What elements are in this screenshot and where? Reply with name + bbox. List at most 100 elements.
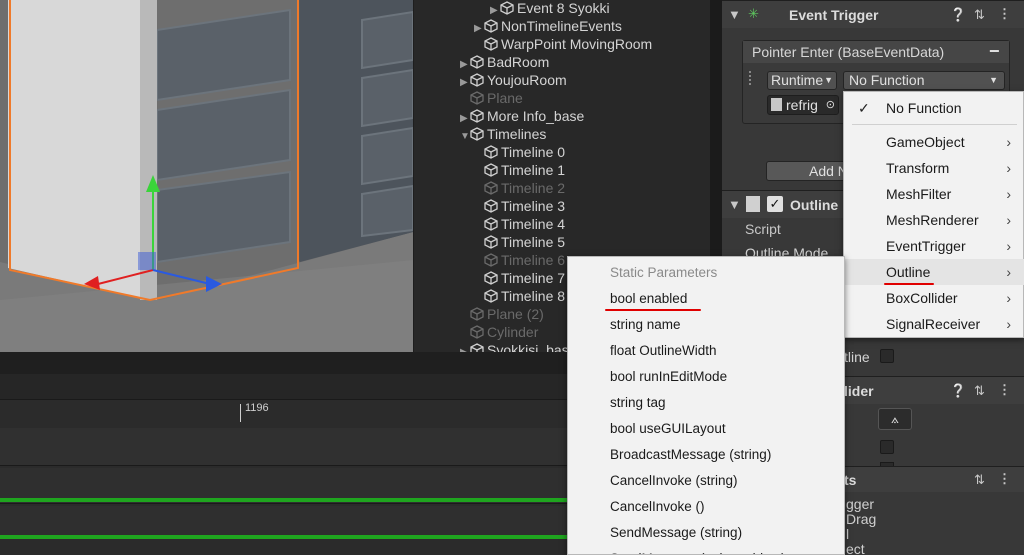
- menu-item-boxcollider[interactable]: BoxCollider ›: [844, 285, 1024, 311]
- more-options-icon[interactable]: ⋮: [998, 6, 1011, 22]
- is-trigger-checkbox[interactable]: [880, 440, 894, 454]
- remove-event-button[interactable]: −: [989, 41, 1000, 62]
- outline-toggle-checkbox[interactable]: [880, 349, 894, 363]
- hierarchy-item[interactable]: ▶ NonTimelineEvents: [474, 17, 622, 35]
- hierarchy-item[interactable]: ▶ More Info_base: [460, 107, 584, 125]
- gameobject-cube-icon: [484, 217, 498, 231]
- menu-item-meshrenderer[interactable]: MeshRenderer ›: [844, 207, 1024, 233]
- more-options-icon[interactable]: ⋮: [998, 471, 1011, 487]
- hierarchy-item[interactable]: Plane (2): [460, 305, 544, 323]
- menu-item-transform[interactable]: Transform ›: [844, 155, 1024, 181]
- parameter-menu-item[interactable]: bool useGUILayout: [610, 421, 726, 436]
- hierarchy-item-label: Timelines: [487, 126, 547, 142]
- call-state-dropdown[interactable]: Runtime ▼: [767, 71, 837, 90]
- hierarchy-item-label: Cylinder: [487, 324, 539, 340]
- presets-icon[interactable]: ⇅: [974, 7, 985, 23]
- hierarchy-item[interactable]: WarpPoint MovingRoom: [474, 35, 652, 53]
- hierarchy-item[interactable]: Timeline 2: [474, 179, 565, 197]
- parameter-menu-item[interactable]: float OutlineWidth: [610, 343, 717, 358]
- parameter-menu-item[interactable]: BroadcastMessage (string): [610, 447, 771, 462]
- parameter-menu-item[interactable]: string name: [610, 317, 681, 332]
- target-object-field[interactable]: refrig ⊙: [767, 95, 839, 115]
- hierarchy-item[interactable]: ▶ Syokkisi_base: [460, 341, 577, 352]
- hierarchy-item[interactable]: ▶ Event 8 Syokki: [490, 0, 610, 17]
- outline-parameters-menu: Static Parameters bool enabled string nam…: [567, 256, 845, 555]
- hierarchy-item-label: Timeline 0: [501, 144, 566, 160]
- menu-item-no-function[interactable]: ✓ No Function: [844, 95, 1024, 121]
- playhead-marker[interactable]: [240, 404, 241, 422]
- function-dropdown-menu: ✓ No Function GameObject › Transform › MeshFil…: [843, 91, 1024, 338]
- drag-handle-icon[interactable]: [749, 71, 753, 85]
- submenu-arrow-icon: ›: [1006, 160, 1011, 176]
- script-asset-icon: [771, 98, 782, 111]
- parameter-menu-item[interactable]: bool runInEditMode: [610, 369, 727, 384]
- expanded-arrow-icon[interactable]: ▼: [460, 128, 470, 146]
- event-row[interactable]: Drag: [846, 512, 876, 527]
- submenu-arrow-icon: ›: [1006, 134, 1011, 150]
- submenu-arrow-icon: ›: [1006, 212, 1011, 228]
- hierarchy-item[interactable]: ▶ BadRoom: [460, 53, 549, 71]
- presets-icon[interactable]: ⇅: [974, 472, 985, 488]
- object-picker-icon[interactable]: ⊙: [826, 96, 835, 114]
- presets-icon[interactable]: ⇅: [974, 383, 985, 399]
- target-object-value: refrig: [786, 97, 818, 113]
- gameobject-cube-icon: [500, 1, 514, 15]
- outline-title: Outline: [790, 197, 839, 213]
- menu-item-label: Outline: [886, 264, 931, 280]
- menu-item-signalreceiver[interactable]: SignalReceiver ›: [844, 311, 1024, 337]
- help-icon[interactable]: ❔: [950, 7, 966, 23]
- hierarchy-item[interactable]: Timeline 7: [474, 269, 565, 287]
- menu-item-meshfilter[interactable]: MeshFilter ›: [844, 181, 1024, 207]
- hierarchy-item[interactable]: Timeline 5: [474, 233, 565, 251]
- hierarchy-item[interactable]: Plane: [460, 89, 523, 107]
- more-options-icon[interactable]: ⋮: [998, 382, 1011, 398]
- hierarchy-item[interactable]: Timeline 4: [474, 215, 565, 233]
- hierarchy-item[interactable]: Cylinder: [460, 323, 538, 341]
- collapsed-arrow-icon[interactable]: ▶: [460, 344, 470, 352]
- hierarchy-item-label: NonTimelineEvents: [501, 18, 622, 34]
- edit-collider-button[interactable]: ⟑: [878, 408, 912, 430]
- menu-item-label: No Function: [886, 100, 962, 116]
- function-dropdown[interactable]: No Function ▼: [843, 71, 1005, 90]
- component-enabled-checkbox[interactable]: ✓: [767, 196, 783, 212]
- events-title: ts: [844, 472, 857, 488]
- menu-item-eventtrigger[interactable]: EventTrigger ›: [844, 233, 1024, 259]
- menu-item-gameobject[interactable]: GameObject ›: [844, 129, 1024, 155]
- hierarchy-item-label: Timeline 2: [501, 180, 566, 196]
- parameter-menu-item[interactable]: SendMessage (string): [610, 525, 742, 540]
- parameter-menu-item[interactable]: string tag: [610, 395, 666, 410]
- event-row[interactable]: gger: [846, 497, 876, 512]
- hierarchy-item-label: Timeline 4: [501, 216, 566, 232]
- hierarchy-item[interactable]: ▼ Timelines: [460, 125, 546, 143]
- foldout-arrow-icon[interactable]: ▼: [728, 7, 741, 22]
- gameobject-cube-icon: [470, 109, 484, 123]
- foldout-arrow-icon[interactable]: ▼: [728, 197, 741, 212]
- event-row[interactable]: ect: [846, 542, 876, 555]
- submenu-arrow-icon: ›: [1006, 186, 1011, 202]
- help-icon[interactable]: ❔: [950, 383, 966, 399]
- hierarchy-item-label: Plane: [487, 90, 523, 106]
- hierarchy-item[interactable]: Timeline 1: [474, 161, 565, 179]
- parameter-menu-item[interactable]: SendMessage (string, object): [610, 551, 786, 554]
- parameter-menu-item[interactable]: bool enabled: [610, 291, 687, 306]
- hierarchy-item-label: Event 8 Syokki: [517, 0, 610, 16]
- collider-title: lider: [844, 383, 874, 399]
- event-row[interactable]: l: [846, 527, 876, 542]
- scene-canvas[interactable]: [0, 0, 413, 352]
- parameter-menu-item[interactable]: CancelInvoke (): [610, 499, 705, 514]
- hierarchy-item[interactable]: ▶ YoujouRoom: [460, 71, 567, 89]
- parameter-menu-item[interactable]: CancelInvoke (string): [610, 473, 738, 488]
- event-trigger-header[interactable]: ▼ ✳ Event Trigger ❔ ⇅ ⋮: [722, 0, 1024, 28]
- hierarchy-item[interactable]: Timeline 6: [474, 251, 565, 269]
- menu-item-label: GameObject: [886, 134, 965, 150]
- hierarchy-item[interactable]: Timeline 8: [474, 287, 565, 305]
- submenu-arrow-icon: ›: [1006, 290, 1011, 306]
- menu-item-outline[interactable]: Outline ›: [844, 259, 1024, 285]
- gameobject-cube-icon: [470, 343, 484, 352]
- gameobject-cube-icon: [470, 91, 484, 105]
- hierarchy-item[interactable]: Timeline 0: [474, 143, 565, 161]
- scene-view[interactable]: [0, 0, 413, 352]
- hierarchy-item[interactable]: Timeline 3: [474, 197, 565, 215]
- hierarchy-item-label: Timeline 1: [501, 162, 566, 178]
- outline-toggle-label: tline: [844, 349, 870, 365]
